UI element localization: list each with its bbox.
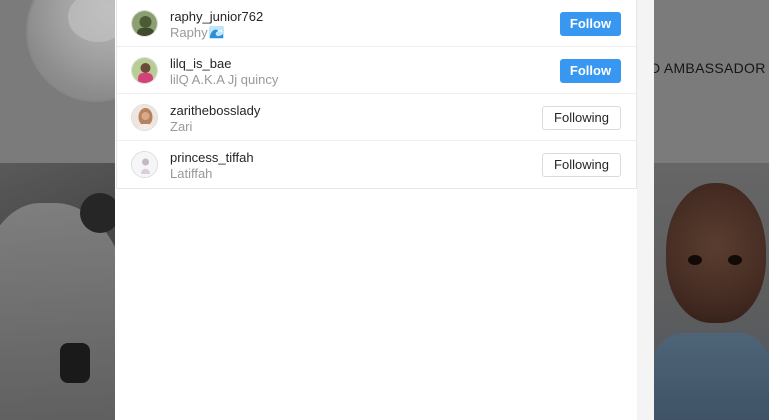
photo-detail <box>728 255 742 265</box>
full-name: Latiffah <box>170 166 213 181</box>
username[interactable]: raphy_junior762 <box>170 9 263 25</box>
full-name: Zari <box>170 119 193 134</box>
user-names: princess_tiffah Latiffah <box>170 150 254 182</box>
avatar[interactable] <box>131 104 158 131</box>
follow-button[interactable]: Follow <box>560 12 621 36</box>
photo-detail <box>654 333 769 420</box>
photo-detail <box>688 255 702 265</box>
user-names: raphy_junior762 Raphy <box>170 9 263 41</box>
post-thumbnail-right[interactable] <box>654 163 769 420</box>
avatar[interactable] <box>131 151 158 178</box>
followers-list: raphy_junior762 Raphy Follow lilq_is_bae… <box>116 0 637 189</box>
list-item[interactable]: zarithebosslady Zari Following <box>117 94 636 141</box>
full-name: Raphy <box>170 25 263 41</box>
profile-bio-text: D AMBASSADOR I <box>650 60 769 76</box>
user-names: lilq_is_bae lilQ A.K.A Jj quincy <box>170 56 278 88</box>
post-thumbnail-left[interactable] <box>0 163 115 420</box>
follow-button[interactable]: Follow <box>560 59 621 83</box>
avatar[interactable] <box>131 10 158 37</box>
photo-detail <box>666 183 766 323</box>
photo-detail <box>60 343 90 383</box>
following-button[interactable]: Following <box>542 153 621 177</box>
following-button[interactable]: Following <box>542 106 621 130</box>
scrollbar-track[interactable] <box>637 0 654 420</box>
list-item[interactable]: lilq_is_bae lilQ A.K.A Jj quincy Follow <box>117 47 636 94</box>
username[interactable]: lilq_is_bae <box>170 56 278 72</box>
wave-emoji-icon <box>208 26 224 39</box>
photo-detail <box>0 203 115 420</box>
full-name-text: Raphy <box>170 25 208 40</box>
username[interactable]: zarithebosslady <box>170 103 260 119</box>
photo-detail <box>80 193 115 233</box>
user-names: zarithebosslady Zari <box>170 103 260 135</box>
avatar[interactable] <box>131 57 158 84</box>
list-item[interactable]: princess_tiffah Latiffah Following <box>117 141 636 188</box>
full-name: lilQ A.K.A Jj quincy <box>170 72 279 87</box>
list-item[interactable]: raphy_junior762 Raphy Follow <box>117 0 636 47</box>
username[interactable]: princess_tiffah <box>170 150 254 166</box>
followers-modal: raphy_junior762 Raphy Follow lilq_is_bae… <box>115 0 654 420</box>
